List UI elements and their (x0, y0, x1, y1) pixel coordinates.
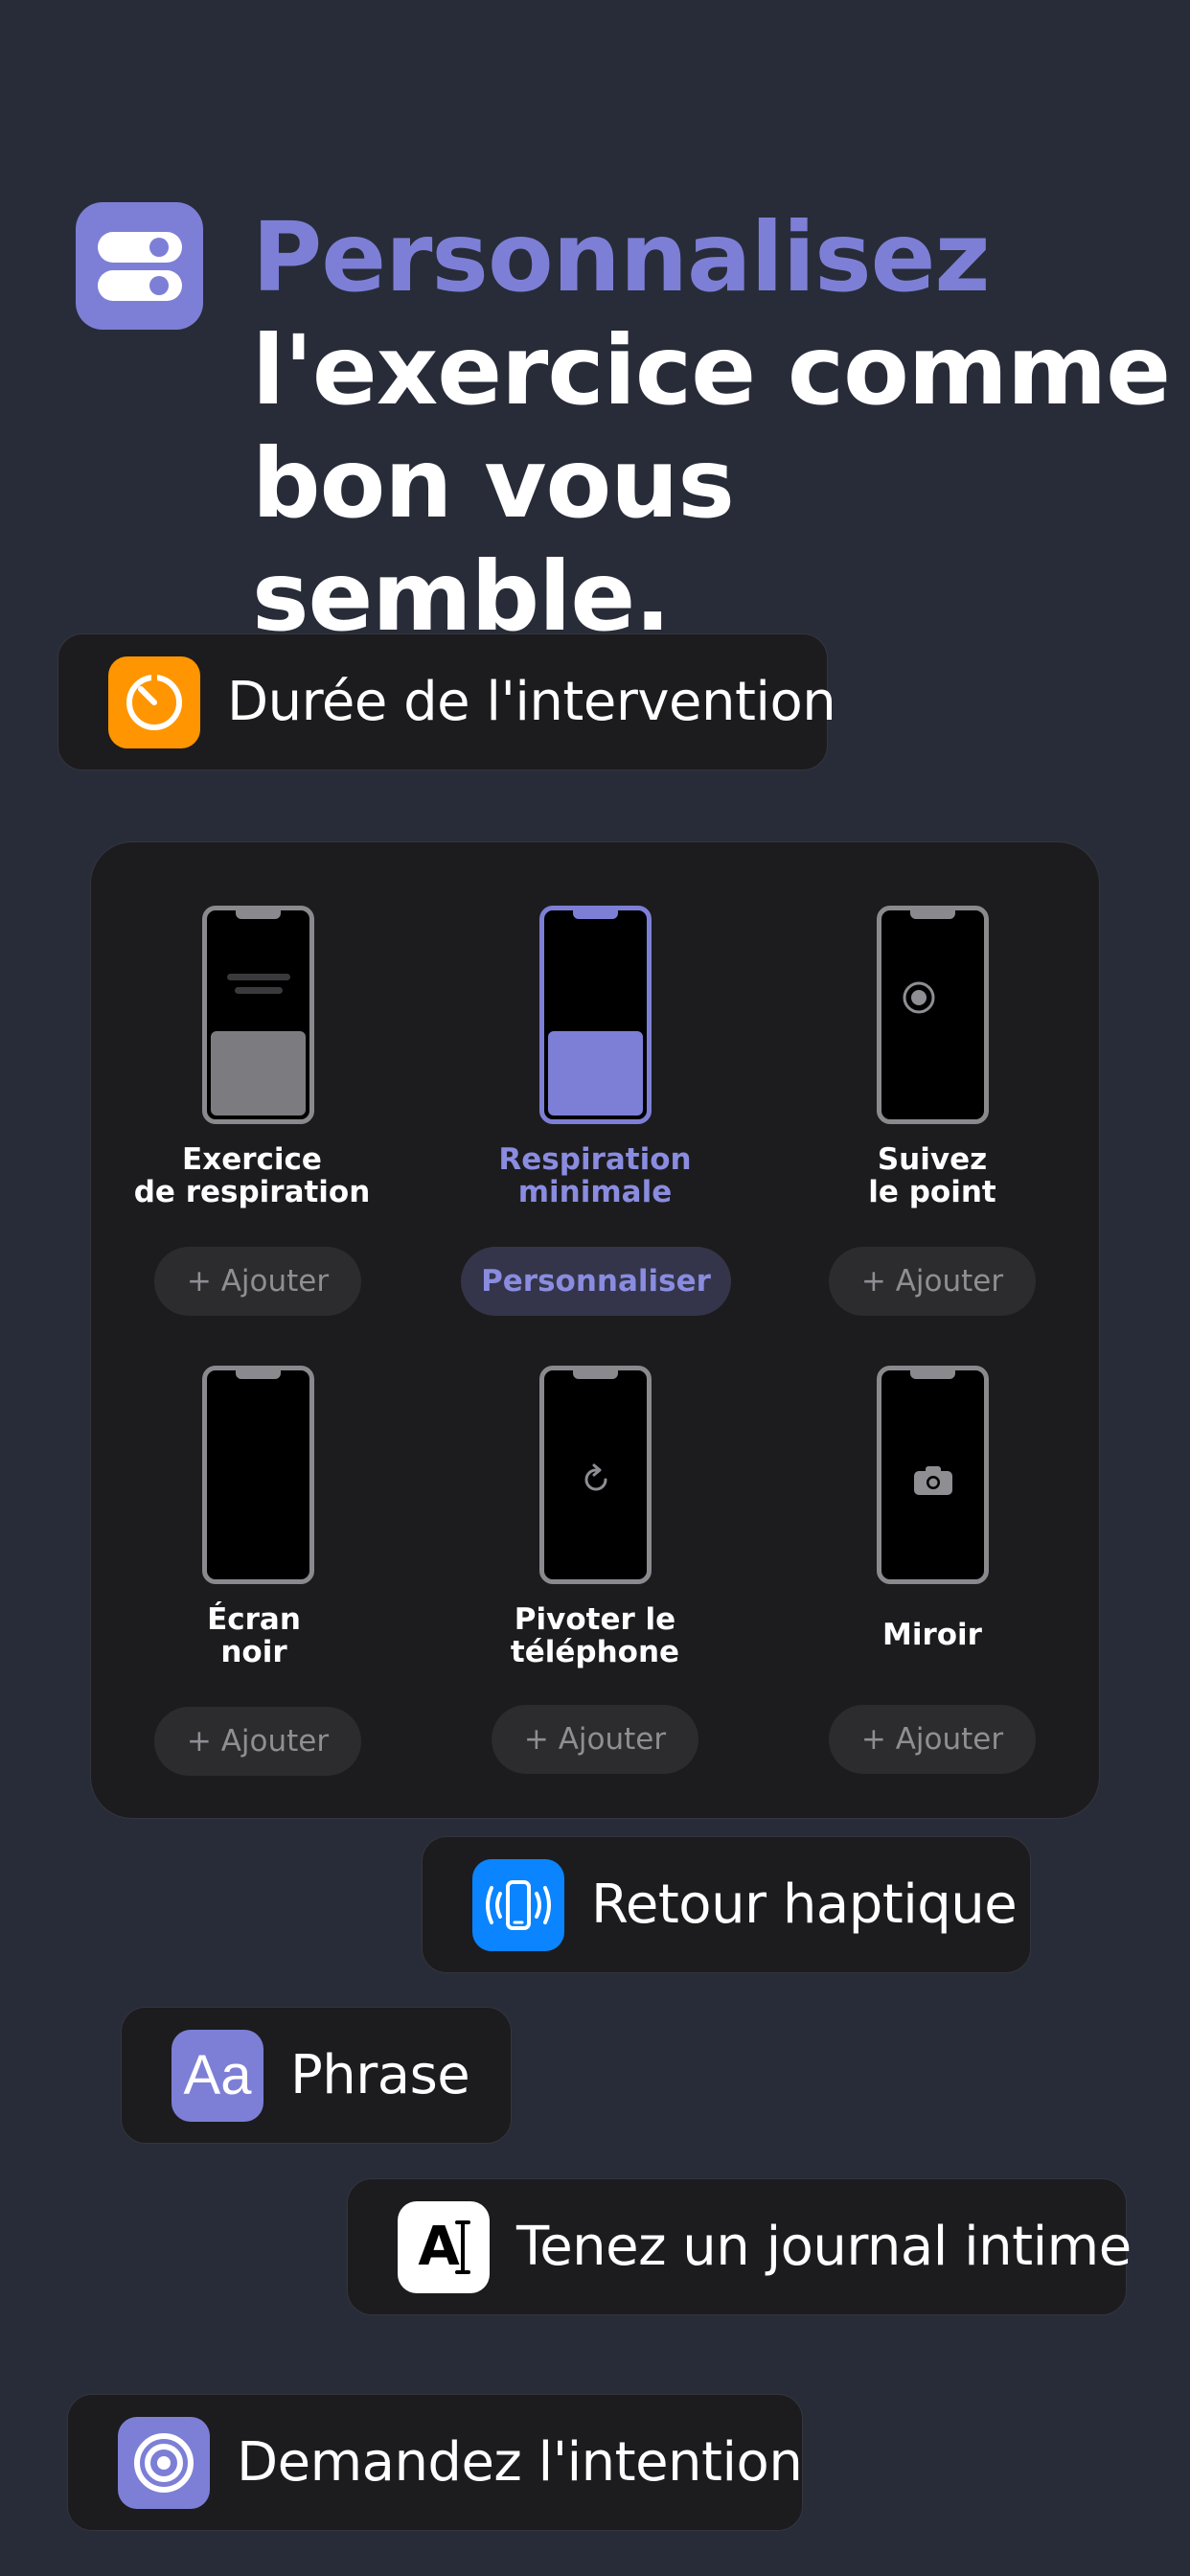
feature-duration-label: Durée de l'intervention (227, 671, 836, 733)
add-button[interactable]: + Ajouter (492, 1705, 698, 1774)
exercise-title: Miroir (882, 1618, 982, 1652)
exercise-title: Respiration minimale (498, 1142, 692, 1209)
feature-phrase-label: Phrase (290, 2044, 470, 2106)
feature-haptic[interactable]: Retour haptique (422, 1836, 1031, 1973)
exercise-title: Écran noir (207, 1602, 301, 1669)
phone-preview (539, 906, 652, 1124)
exercise-grid: Exercice de respiration + Ajouter Respir… (90, 841, 1100, 1819)
feature-phrase[interactable]: Aa Phrase (121, 2007, 512, 2144)
toggles-icon (76, 202, 203, 330)
page-title: Personnalisez l'exercice comme bon vous … (252, 201, 1172, 654)
feature-haptic-label: Retour haptique (591, 1874, 1018, 1936)
exercise-title: Suivez le point (868, 1142, 996, 1209)
timer-icon (108, 656, 200, 748)
phone-preview (539, 1366, 652, 1584)
phone-preview (202, 906, 314, 1124)
title-line-2: l'exercice comme (252, 314, 1171, 426)
phone-preview (202, 1366, 314, 1584)
add-button[interactable]: + Ajouter (154, 1707, 361, 1776)
rotate-icon (584, 1463, 607, 1491)
text-format-icon: Aa (172, 2029, 263, 2122)
title-line-3: bon vous semble. (252, 427, 735, 653)
camera-icon (914, 1466, 952, 1495)
feature-intention[interactable]: Demandez l'intention (67, 2394, 803, 2531)
add-button[interactable]: + Ajouter (829, 1705, 1036, 1774)
feature-intention-label: Demandez l'intention (237, 2431, 803, 2494)
add-button[interactable]: + Ajouter (829, 1247, 1036, 1316)
phone-vibrate-icon (472, 1858, 564, 1951)
feature-journal[interactable]: A Tenez un journal intime (347, 2178, 1132, 2315)
target-icon (118, 2416, 210, 2509)
feature-journal-label: Tenez un journal intime (516, 2216, 1132, 2278)
feature-duration[interactable]: Durée de l'intervention (57, 633, 836, 770)
exercise-title: Exercice de respiration (133, 1142, 371, 1209)
exercise-title: Pivoter le téléphone (510, 1602, 680, 1669)
text-cursor-icon: A (398, 2200, 490, 2293)
title-accent: Personnalisez (252, 201, 991, 313)
add-button[interactable]: + Ajouter (154, 1247, 361, 1316)
phone-preview (877, 906, 989, 1124)
phone-preview (877, 1366, 989, 1584)
dot-icon (903, 981, 935, 1014)
customize-button[interactable]: Personnaliser (461, 1247, 731, 1316)
